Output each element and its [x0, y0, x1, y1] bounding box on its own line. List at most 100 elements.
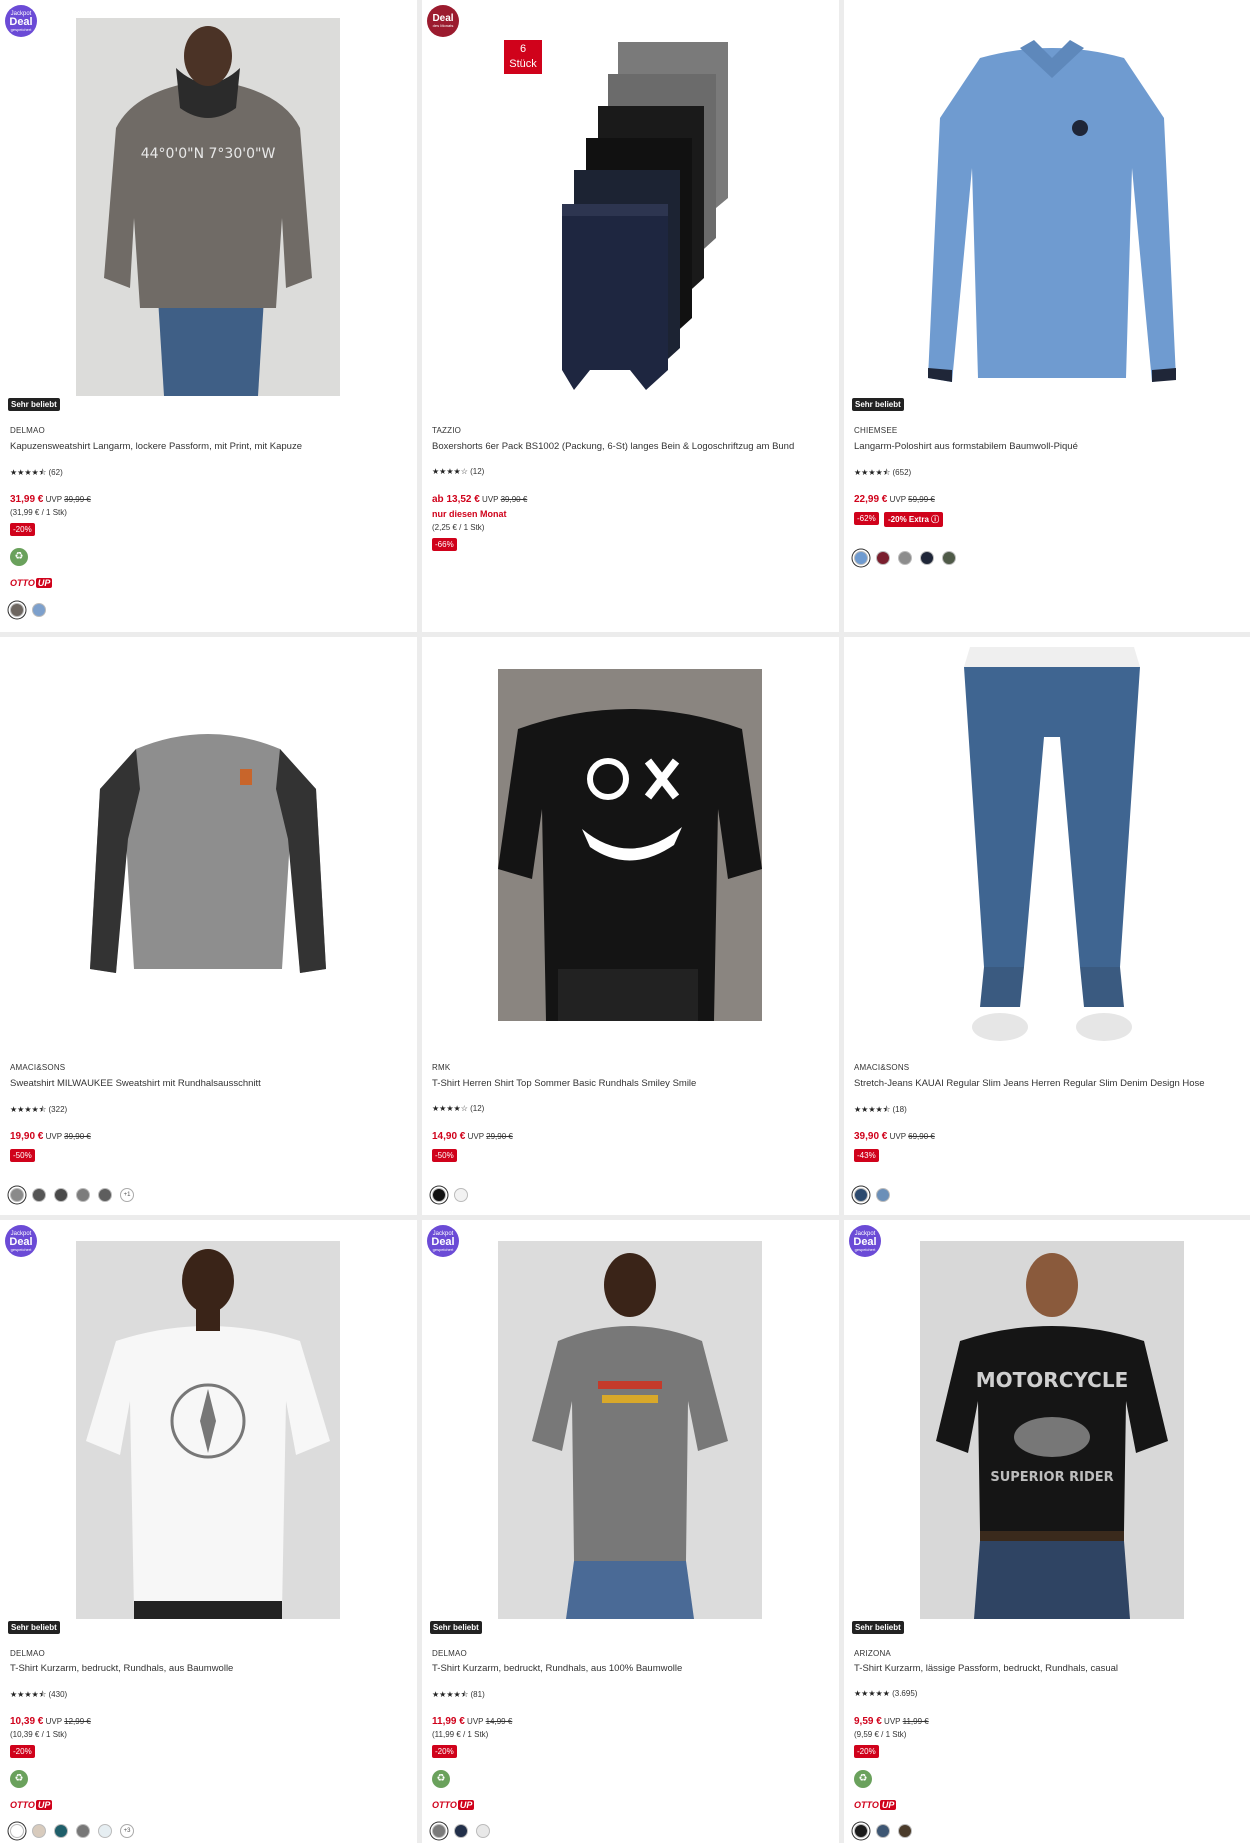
color-swatch[interactable]: [32, 1188, 46, 1202]
product-card[interactable]: Jackpot Deal gespeichert Sehr beliebt DELM…: [422, 1220, 839, 1843]
product-card[interactable]: AMACI&SONS Sweatshirt MILWAUKEE Sweatshi…: [0, 637, 417, 1215]
popular-badge: Sehr beliebt: [8, 398, 60, 411]
product-image[interactable]: [498, 18, 762, 396]
jackpot-deal-badge: Jackpot Deal gespeichert: [5, 5, 37, 37]
review-count: (3.695): [892, 1689, 918, 1698]
old-price: 59,99 €: [908, 495, 935, 504]
product-image[interactable]: [920, 18, 1184, 396]
color-swatches: [10, 603, 46, 617]
product-title[interactable]: T-Shirt Herren Shirt Top Sommer Basic Ru…: [432, 1078, 696, 1089]
rating-stars: ★★★★⯪: [854, 468, 891, 477]
otto-up-logo: OTTO UP: [854, 1800, 897, 1810]
svg-text:SUPERIOR RIDER: SUPERIOR RIDER: [990, 1470, 1113, 1485]
product-image[interactable]: [76, 1241, 340, 1619]
color-swatch[interactable]: [876, 1188, 890, 1202]
color-swatches: +1: [10, 1188, 134, 1202]
product-title[interactable]: Stretch-Jeans KAUAI Regular Slim Jeans H…: [854, 1078, 1205, 1089]
product-image[interactable]: MOTORCYCLE SUPERIOR RIDER: [920, 1241, 1184, 1619]
review-count: (652): [892, 468, 912, 477]
color-swatch[interactable]: [854, 1188, 868, 1202]
more-colors-button[interactable]: +3: [120, 1824, 134, 1838]
color-swatch[interactable]: [854, 551, 868, 565]
jackpot-deal-badge: Jackpot Deal gespeichert: [5, 1225, 37, 1257]
color-swatch[interactable]: [32, 603, 46, 617]
current-price: 14,90 €: [432, 1131, 466, 1142]
product-card[interactable]: Sehr beliebt CHIEMSEE Langarm-Poloshirt …: [844, 0, 1250, 632]
color-swatch[interactable]: [32, 1824, 46, 1838]
uvp-label: UVP: [889, 1132, 906, 1141]
price-row: 9,59 € UVP 11,99 €: [854, 1716, 929, 1727]
jackpot-deal-badge: Jackpot Deal gespeichert: [849, 1225, 881, 1257]
old-price: 39,90 €: [500, 495, 528, 504]
product-grid: 44°0'0"N 7°30'0"W Jackpot Deal gespeichert…: [0, 0, 1250, 1843]
jackpot-deal-badge: Jackpot Deal gespeichert: [427, 1225, 459, 1257]
product-image[interactable]: [498, 1241, 762, 1619]
color-swatch[interactable]: [10, 1824, 24, 1838]
review-count: (12): [470, 1104, 485, 1113]
color-swatch[interactable]: [942, 551, 956, 565]
popular-badge: Sehr beliebt: [852, 398, 904, 411]
old-price: 29,90 €: [486, 1132, 513, 1141]
color-swatch[interactable]: [54, 1188, 68, 1202]
color-swatch[interactable]: [432, 1824, 446, 1838]
product-rating: ★★★★⯪ (652): [854, 467, 911, 481]
product-title[interactable]: Kapuzensweatshirt Langarm, lockere Passf…: [10, 441, 302, 452]
color-swatches: [854, 551, 956, 565]
current-price: 10,39 €: [10, 1716, 44, 1727]
color-swatch[interactable]: [10, 1188, 24, 1202]
color-swatch[interactable]: [876, 551, 890, 565]
product-card[interactable]: Jackpot Deal gespeichert Sehr beliebt DELM…: [0, 1220, 417, 1843]
product-card[interactable]: AMACI&SONS Stretch-Jeans KAUAI Regular S…: [844, 637, 1250, 1215]
product-card[interactable]: 6 Stück Deal des Monats TAZZIO Boxershorts…: [422, 0, 839, 632]
product-title[interactable]: Sweatshirt MILWAUKEE Sweatshirt mit Rund…: [10, 1078, 261, 1089]
old-price: 39,99 €: [64, 495, 91, 504]
extra-discount-badge[interactable]: -20% Extra ⓘ: [884, 512, 944, 527]
product-rating: ★★★★☆ (12): [432, 467, 484, 476]
otto-up-logo: OTTO UP: [10, 1800, 53, 1810]
product-image[interactable]: [920, 647, 1184, 1045]
product-title[interactable]: Boxershorts 6er Pack BS1002 (Packung, 6-…: [432, 441, 794, 452]
product-rating: ★★★★⯪ (62): [10, 467, 63, 481]
product-brand: DELMAO: [10, 1649, 45, 1658]
color-swatch[interactable]: [854, 1824, 868, 1838]
product-card[interactable]: MOTORCYCLE SUPERIOR RIDER Jackpot Deal ges…: [844, 1220, 1250, 1843]
rating-stars: ★★★★⯪: [854, 1105, 891, 1114]
product-title[interactable]: T-Shirt Kurzarm, bedruckt, Rundhals, aus…: [10, 1663, 233, 1674]
more-colors-button[interactable]: +1: [120, 1188, 134, 1202]
color-swatch[interactable]: [10, 603, 24, 617]
review-count: (12): [470, 467, 485, 476]
color-swatch[interactable]: [920, 551, 934, 565]
sustainability-icon: ♻: [10, 548, 28, 566]
review-count: (430): [48, 1690, 68, 1699]
color-swatch[interactable]: [476, 1824, 490, 1838]
color-swatch[interactable]: [98, 1824, 112, 1838]
discount-badge: -50%: [10, 1149, 35, 1162]
color-swatch[interactable]: [98, 1188, 112, 1202]
color-swatch[interactable]: [76, 1188, 90, 1202]
popular-badge: Sehr beliebt: [852, 1621, 904, 1634]
svg-text:MOTORCYCLE: MOTORCYCLE: [976, 1368, 1128, 1392]
deal-des-monats-badge: Deal des Monats: [427, 5, 459, 37]
product-rating: ★★★★★ (3.695): [854, 1689, 917, 1698]
color-swatch[interactable]: [454, 1824, 468, 1838]
color-swatch[interactable]: [454, 1188, 468, 1202]
rating-stars: ★★★★⯪: [10, 468, 47, 477]
color-swatches: [432, 1188, 468, 1202]
color-swatch[interactable]: [76, 1824, 90, 1838]
otto-up-logo: OTTO UP: [432, 1800, 475, 1810]
product-card[interactable]: RMK T-Shirt Herren Shirt Top Sommer Basi…: [422, 637, 839, 1215]
color-swatches: [854, 1824, 912, 1838]
product-title[interactable]: T-Shirt Kurzarm, bedruckt, Rundhals, aus…: [432, 1663, 682, 1674]
color-swatch[interactable]: [898, 1824, 912, 1838]
product-image[interactable]: [76, 669, 340, 1011]
color-swatch[interactable]: [432, 1188, 446, 1202]
color-swatch[interactable]: [876, 1824, 890, 1838]
product-image[interactable]: [498, 669, 762, 1021]
product-title[interactable]: T-Shirt Kurzarm, lässige Passform, bedru…: [854, 1663, 1118, 1674]
product-card[interactable]: 44°0'0"N 7°30'0"W Jackpot Deal gespeichert…: [0, 0, 417, 632]
old-price: 12,99 €: [64, 1717, 91, 1726]
product-title[interactable]: Langarm-Poloshirt aus formstabilem Baumw…: [854, 441, 1078, 452]
color-swatch[interactable]: [54, 1824, 68, 1838]
color-swatch[interactable]: [898, 551, 912, 565]
product-image[interactable]: 44°0'0"N 7°30'0"W: [76, 18, 340, 396]
